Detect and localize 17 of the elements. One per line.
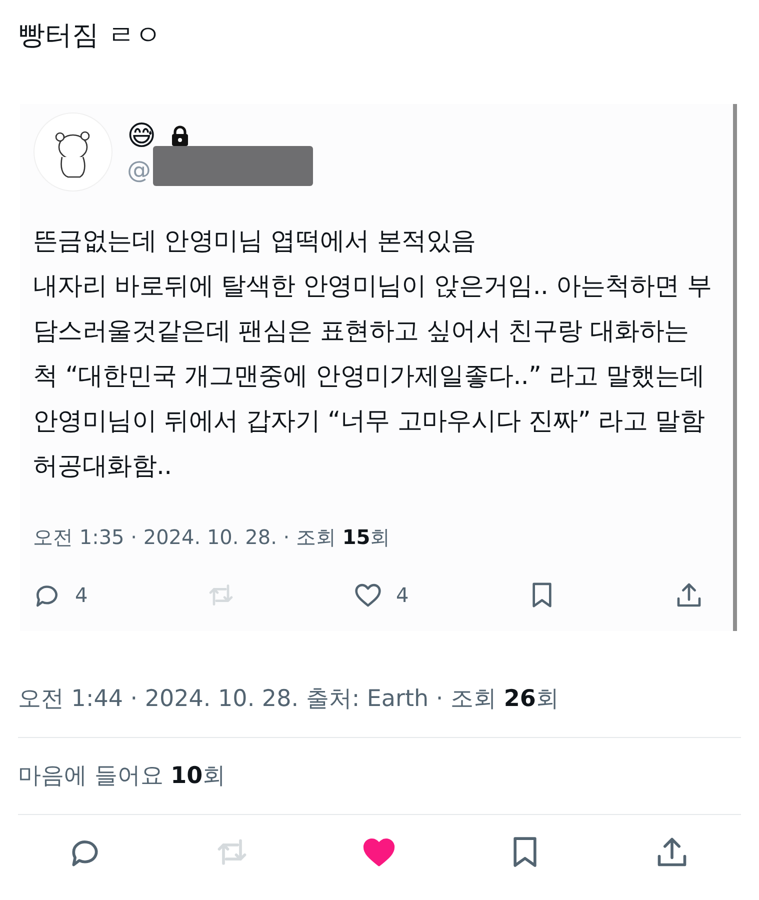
- share-icon: [655, 835, 689, 869]
- likes-count: 마음에 들어요 10회: [17, 762, 227, 791]
- handle-text: @: [127, 156, 151, 184]
- post-meta: 오전 1:44 · 2024. 10. 28. 출처: Earth · 조회 26회: [17, 685, 560, 714]
- action-count: 4: [75, 583, 88, 607]
- name-emoji: 😅: [127, 120, 156, 152]
- quoted-post-text: 뜬금없는데 안영미님 엽떡에서 본적있음 내자리 바로뒤에 탈색한 안영미님이 앉은거임.. 아는척하면 부담스러울것같은데 팬심은 표현하고 싶어서 친구랑 대화하는척 “대한민국 개그맨중에 안영미가제일좋다..” 라고 말했는데 안영미님이 뒤에서 갑자기 “너무 고마우시다 진짜” 라고 말함 허공대화함..: [33, 225, 713, 482]
- share-icon: [674, 581, 703, 609]
- share-button[interactable]: [674, 581, 703, 609]
- like-button[interactable]: 4: [354, 581, 409, 609]
- heart-icon: [354, 581, 382, 609]
- post-meta: 오전 1:35 · 2024. 10. 28. · 조회 15회: [33, 524, 392, 551]
- post-text: 빵터짐 ㄹㅇ: [17, 19, 163, 53]
- reply-button[interactable]: 4: [33, 581, 88, 609]
- action-count: 4: [396, 583, 409, 607]
- share-button[interactable]: [655, 835, 689, 869]
- avatar-icon: [33, 112, 113, 192]
